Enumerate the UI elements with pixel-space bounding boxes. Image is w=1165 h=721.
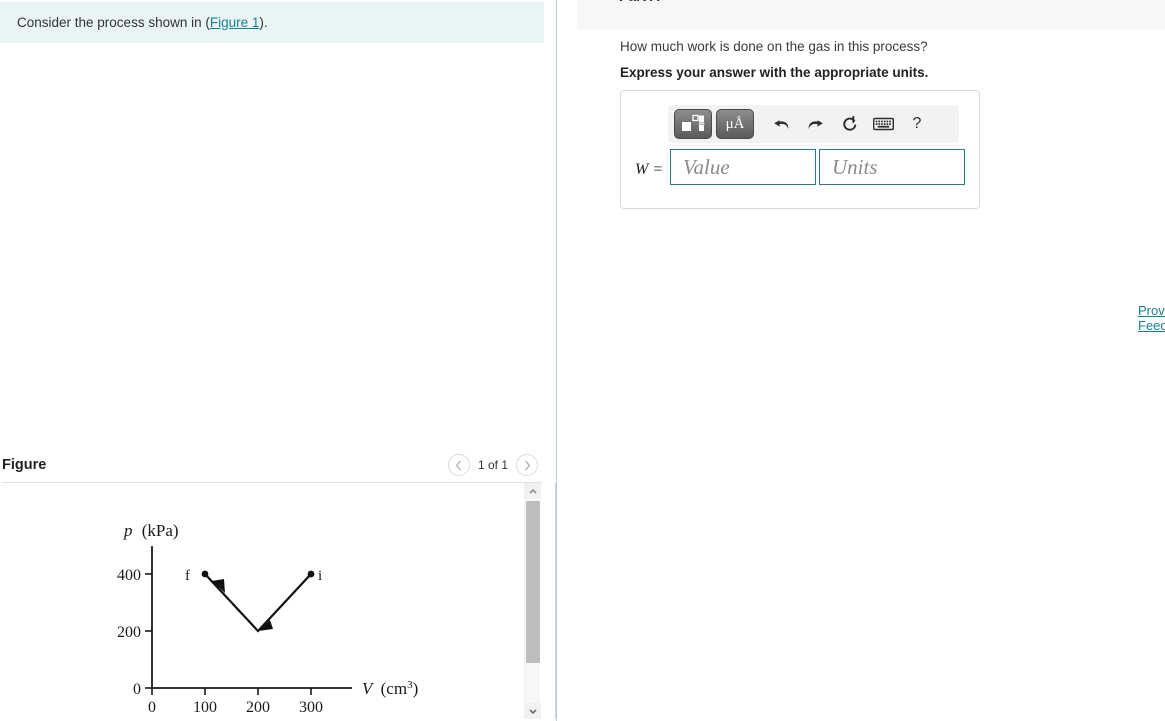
equals-sign: = xyxy=(653,161,663,178)
right-panel: Part A How much work is done on the gas … xyxy=(557,0,1165,721)
x-tick-label-0: 0 xyxy=(148,699,156,716)
point-label-i: i xyxy=(318,568,322,584)
reset-button[interactable] xyxy=(834,109,864,139)
problem-statement-suffix: ). xyxy=(259,14,268,30)
left-panel: Consider the process shown in (Figure 1)… xyxy=(0,0,556,721)
units-input[interactable] xyxy=(819,149,965,185)
figure-navigation: 1 of 1 xyxy=(447,454,538,476)
chevron-right-icon xyxy=(524,460,530,470)
figure-1-link[interactable]: Figure 1 xyxy=(210,15,260,30)
redo-arrow-icon xyxy=(808,119,823,129)
keyboard-icon xyxy=(872,117,894,131)
figure-section: Figure 1 of 1 p (kPa) 0 200 400 0 100 20… xyxy=(0,447,556,719)
math-template-button[interactable] xyxy=(674,109,712,139)
scrollbar-down-button[interactable] xyxy=(525,703,541,719)
y-tick-label-200: 200 xyxy=(117,624,141,641)
point-f-marker xyxy=(201,570,209,578)
figure-prev-button[interactable] xyxy=(447,454,470,476)
problem-statement-text: Consider the process shown in (Figure 1)… xyxy=(17,14,268,32)
point-i-marker xyxy=(307,570,315,578)
provide-feedback-link[interactable]: Provide Feedback xyxy=(1138,303,1165,333)
x-tick-label-200: 200 xyxy=(246,699,270,716)
figure-scrollbar[interactable] xyxy=(524,483,541,719)
chevron-up-icon xyxy=(529,488,537,494)
question-text: How much work is done on the gas in this… xyxy=(620,39,928,54)
part-header-bar: Part A xyxy=(577,0,1165,29)
x-axis-label: V (cm3) xyxy=(362,679,418,698)
figure-counter: 1 of 1 xyxy=(477,458,508,472)
chevron-left-icon xyxy=(456,460,462,470)
figure-body: p (kPa) 0 200 400 0 100 200 300 V (cm3) … xyxy=(0,483,556,719)
redo-button[interactable] xyxy=(800,109,830,139)
problem-statement-prefix: Consider the process shown in ( xyxy=(17,14,210,30)
arrowhead-toward-f xyxy=(212,579,225,593)
figure-title: Figure xyxy=(2,456,47,473)
help-icon: ? xyxy=(912,115,922,132)
pv-diagram-svg: p (kPa) 0 200 400 0 100 200 300 V (cm3) … xyxy=(117,521,418,716)
y-axis-label: p (kPa) xyxy=(123,521,179,540)
units-template-button[interactable]: μÅ xyxy=(716,109,754,139)
reset-circular-arrow-icon xyxy=(842,115,856,131)
x-tick-label-100: 100 xyxy=(193,699,217,716)
page-root: Consider the process shown in (Figure 1)… xyxy=(0,0,1165,721)
part-label: Part A xyxy=(619,0,660,4)
chevron-down-icon xyxy=(529,708,537,714)
undo-arrow-icon xyxy=(773,119,788,129)
variable-label: W = xyxy=(635,161,662,179)
point-label-f: f xyxy=(185,568,190,584)
undo-button[interactable] xyxy=(766,109,796,139)
value-input[interactable] xyxy=(670,149,816,185)
problem-statement-box: Consider the process shown in (Figure 1)… xyxy=(0,2,544,43)
figure-header: Figure 1 of 1 xyxy=(0,447,556,482)
y-tick-label-0: 0 xyxy=(133,681,141,698)
figure-next-button[interactable] xyxy=(516,454,538,476)
math-toolbar: μÅ ? xyxy=(668,105,959,143)
scrollbar-up-button[interactable] xyxy=(525,483,541,499)
instruction-text: Express your answer with the appropriate… xyxy=(620,65,929,80)
pv-diagram: p (kPa) 0 200 400 0 100 200 300 V (cm3) … xyxy=(0,483,524,719)
scrollbar-thumb[interactable] xyxy=(526,501,540,663)
help-button[interactable]: ? xyxy=(902,109,932,139)
x-tick-label-300: 300 xyxy=(299,699,323,716)
units-icon: μÅ xyxy=(725,115,745,132)
variable-name: W xyxy=(635,161,649,178)
answer-entry-box: μÅ ? W = Value Units xyxy=(620,90,980,209)
y-tick-label-400: 400 xyxy=(117,567,141,584)
math-template-icon xyxy=(682,114,705,131)
keyboard-button[interactable] xyxy=(868,109,898,139)
